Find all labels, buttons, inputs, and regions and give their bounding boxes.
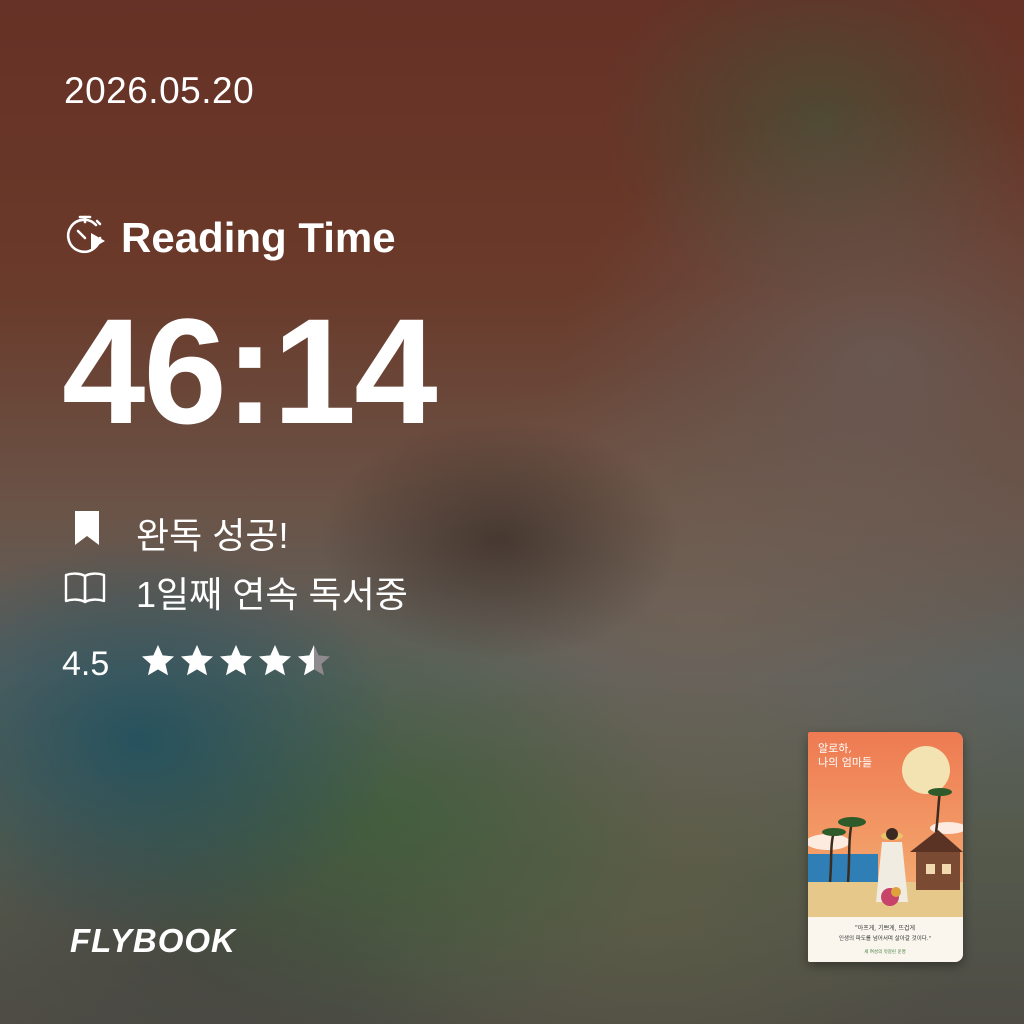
book-tagline: 세 여성의 엇갈린 운명 [864, 948, 906, 955]
open-book-icon [64, 572, 106, 604]
reading-time-label: Reading Time [121, 214, 396, 261]
star-half-icon [298, 645, 330, 676]
star-rating [140, 643, 332, 679]
rating-value: 4.5 [62, 645, 110, 683]
book-quote-line1: "아프게, 기쁘게, 뜨겁게 [855, 924, 915, 932]
star-full-icon [259, 645, 291, 676]
book-title-line2: 나의 엄마들 [818, 756, 872, 769]
stopwatch-play-icon [66, 215, 105, 254]
book-quote-line2: 인생의 파도를 넘어서며 살아갈 것이다." [839, 934, 931, 942]
star-full-icon [142, 645, 174, 676]
book-title-line1: 알로하, [818, 741, 852, 755]
date-label: 2026.05.20 [64, 70, 255, 111]
streak-status: 1일째 연속 독서중 [136, 574, 408, 615]
star-full-icon [220, 645, 252, 676]
reading-time-value: 46:14 [62, 287, 438, 455]
book-cover[interactable]: 알로하, 나의 엄마들 "아프게, 기쁘게, 뜨겁게 인생의 파도를 넘어서며 … [808, 732, 963, 962]
bookmark-icon [75, 511, 99, 545]
finish-status: 완독 성공! [136, 515, 289, 556]
flybook-logo: FLYBOOK [70, 922, 236, 959]
star-full-icon [181, 645, 213, 676]
